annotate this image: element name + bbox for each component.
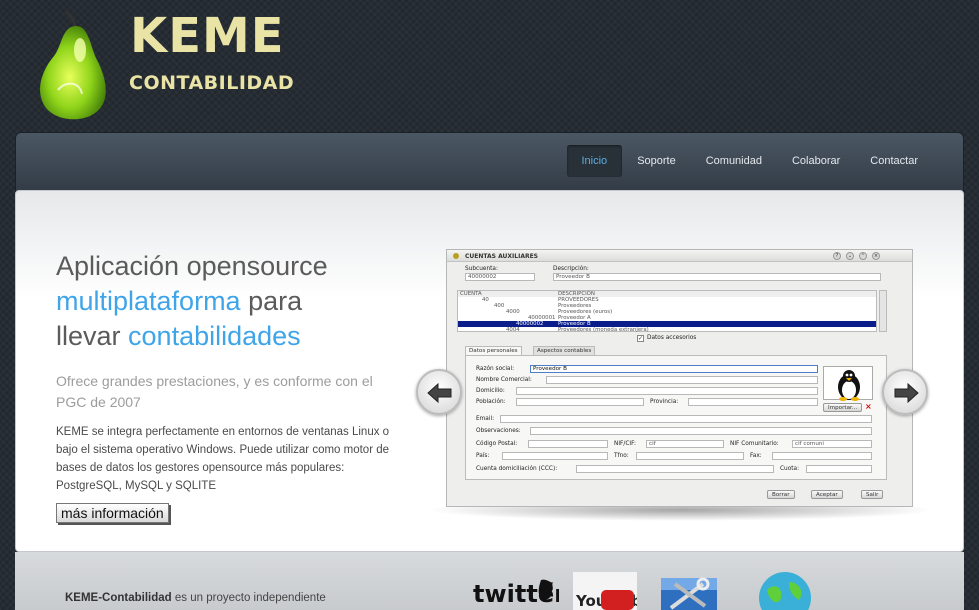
screenshot-titlebar: CUENTAS AUXILIARES ? ⌄ ⌃ × xyxy=(447,250,912,262)
codigo-postal-input xyxy=(528,440,608,448)
slider-prev-button[interactable] xyxy=(416,369,462,415)
headline-part3: llevar xyxy=(56,321,129,351)
nif-comunitario-label: NIF Comunitario: xyxy=(730,441,779,447)
logo-pear-icon xyxy=(36,10,116,122)
poblacion-input xyxy=(516,398,644,406)
globe-icon[interactable] xyxy=(755,572,815,610)
nombre-comercial-input xyxy=(546,376,818,384)
footer-project-name: KEME-Contabilidad xyxy=(65,592,172,604)
cuenta-domiciliacion-input xyxy=(576,465,774,473)
navbar: Inicio Soporte Comunidad Colaborar Conta… xyxy=(15,132,964,192)
descripcion-input: Proveedor B xyxy=(553,273,881,281)
tools-icon[interactable] xyxy=(659,572,719,610)
fax-input xyxy=(772,452,872,460)
headline-highlight1: multiplataforma xyxy=(56,286,241,316)
tfno-input xyxy=(636,452,744,460)
aceptar-button: Aceptar xyxy=(811,490,843,499)
cuota-label: Cuota: xyxy=(780,466,800,472)
app-screenshot: CUENTAS AUXILIARES ? ⌄ ⌃ × Subcuenta: 40… xyxy=(446,249,913,507)
descripcion-label: Descripción: xyxy=(553,266,589,272)
brand-title: KEME xyxy=(130,8,285,64)
delete-photo-icon: × xyxy=(865,402,872,411)
hero-subline: Ofrece grandes prestaciones, y es confor… xyxy=(56,373,373,410)
footer-description: es un proyecto independiente xyxy=(171,592,326,604)
more-info-button[interactable]: más información xyxy=(56,503,169,523)
nif-cif-label: NIF/CIF: xyxy=(614,441,636,447)
nav-item-comunidad[interactable]: Comunidad xyxy=(691,145,777,177)
pais-input xyxy=(502,452,608,460)
minimize-icon: ⌄ xyxy=(846,252,854,260)
observaciones-label: Observaciones: xyxy=(476,428,521,434)
subcuenta-label: Subcuenta: xyxy=(465,266,498,272)
borrar-button: Borrar xyxy=(767,490,795,499)
nav-item-soporte[interactable]: Soporte xyxy=(622,145,691,177)
domicilio-input xyxy=(516,387,818,395)
tfno-label: Tfno: xyxy=(614,453,629,459)
pais-label: País: xyxy=(476,453,490,459)
hero-panel: Aplicación opensource multiplataforma pa… xyxy=(15,190,964,552)
observaciones-input xyxy=(530,427,872,435)
arrow-right-icon xyxy=(894,382,919,404)
email-label: Email: xyxy=(476,416,495,422)
hero-headline: Aplicación opensource multiplataforma pa… xyxy=(56,249,396,354)
maximize-icon: ⌃ xyxy=(859,252,867,260)
brand-subtitle: CONTABILIDAD xyxy=(129,72,295,94)
nav-item-inicio[interactable]: Inicio xyxy=(566,145,623,177)
fax-label: Fax: xyxy=(750,453,762,459)
nif-cif-input: cif xyxy=(646,440,724,448)
accounts-tree: CUENTA DESCRIPCIÓN 40 PROVEEDORES 400 Pr… xyxy=(457,290,877,333)
main-nav: Inicio Soporte Comunidad Colaborar Conta… xyxy=(566,145,934,177)
close-icon: × xyxy=(872,252,880,260)
twitter-icon[interactable]: twitter xyxy=(471,572,566,610)
cuota-input xyxy=(806,465,872,473)
tree-row-desc: Proveedores (moneda extranjera) xyxy=(558,327,649,333)
photo-frame xyxy=(823,366,873,401)
tab-aspectos-contables: Aspectos contables xyxy=(533,346,596,355)
nav-item-contactar[interactable]: Contactar xyxy=(855,145,933,177)
tree-row-code: 4004 xyxy=(506,327,520,333)
razon-social-label: Razón social: xyxy=(476,366,515,372)
provincia-input xyxy=(688,398,818,406)
email-input xyxy=(500,415,872,423)
importar-button: Importar... xyxy=(823,403,863,412)
razon-social-input: Proveedor B xyxy=(530,365,818,373)
footer: KEME-Contabilidad es un proyecto indepen… xyxy=(15,552,964,610)
youtube-icon[interactable]: You Tube xyxy=(573,572,652,610)
codigo-postal-label: Código Postal: xyxy=(476,441,518,447)
checkbox-checked-icon: ✓ xyxy=(637,335,644,342)
tab-datos-personales: Datos personales xyxy=(465,346,522,355)
window-app-icon xyxy=(453,253,459,259)
cuenta-domiciliacion-label: Cuenta domiciliación (CCC): xyxy=(476,466,558,472)
slider-next-button[interactable] xyxy=(882,369,928,415)
headline-part1: Aplicación opensource xyxy=(56,251,328,281)
help-icon: ? xyxy=(833,252,841,260)
domicilio-label: Domicilio: xyxy=(476,388,505,394)
datos-accesorios-label: Datos accesorios xyxy=(647,335,697,341)
provincia-label: Provincia: xyxy=(650,399,679,405)
tree-scrollbar xyxy=(879,290,887,332)
arrow-left-icon xyxy=(427,382,452,404)
tux-icon xyxy=(838,370,860,401)
salir-button: Salir xyxy=(861,490,884,499)
window-title: CUENTAS AUXILIARES xyxy=(465,253,539,260)
headline-part2: para xyxy=(240,286,303,316)
nif-comunitario-input: cif comuni xyxy=(792,440,872,448)
tree-row: 4004 Proveedores (moneda extranjera) xyxy=(458,327,876,333)
personal-data-form: Razón social: Proveedor B Nombre Comerci… xyxy=(465,355,887,480)
hero-description: KEME se integra perfectamente en entorno… xyxy=(56,426,390,492)
footer-text: KEME-Contabilidad es un proyecto indepen… xyxy=(65,592,326,604)
nav-item-colaborar[interactable]: Colaborar xyxy=(777,145,855,177)
headline-highlight2: contabilidades xyxy=(128,321,301,351)
poblacion-label: Población: xyxy=(476,399,506,405)
nombre-comercial-label: Nombre Comercial: xyxy=(476,377,532,383)
subcuenta-input: 40000002 xyxy=(465,273,535,281)
